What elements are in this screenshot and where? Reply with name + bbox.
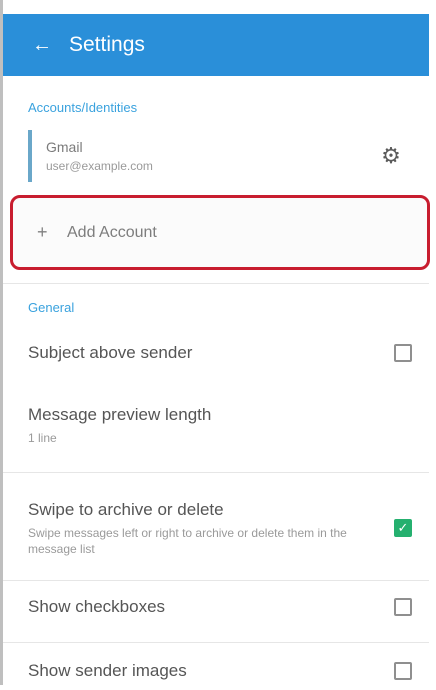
setting-subject-above-sender[interactable]: Subject above sender xyxy=(28,334,420,372)
section-header-accounts: Accounts/Identities xyxy=(28,100,138,115)
app-bar: ← Settings xyxy=(3,14,429,76)
divider xyxy=(3,580,429,581)
divider xyxy=(3,642,429,643)
check-icon: ✓ xyxy=(397,520,409,535)
account-row[interactable]: Gmail user@example.com ⚙ xyxy=(28,124,420,188)
setting-title: Show sender images xyxy=(28,661,187,680)
setting-swipe-archive-delete[interactable]: Swipe to archive or delete Swipe message… xyxy=(28,494,420,562)
section-header-general: General xyxy=(28,300,75,315)
add-account-label: Add Account xyxy=(67,223,157,241)
setting-text: Message preview length 1 line xyxy=(28,405,420,446)
add-account-button[interactable]: + Add Account xyxy=(10,195,430,270)
account-name: Gmail xyxy=(46,139,83,155)
account-color-bar xyxy=(28,130,32,182)
setting-title: Message preview length xyxy=(28,404,212,424)
setting-text: Swipe to archive or delete Swipe message… xyxy=(28,500,394,557)
setting-text: Show sender images xyxy=(28,661,394,681)
setting-text: Subject above sender xyxy=(28,343,394,363)
account-text: Gmail user@example.com xyxy=(46,139,376,173)
setting-subtitle: Swipe messages left or right to archive … xyxy=(28,525,347,556)
back-arrow-icon[interactable]: ← xyxy=(21,24,63,66)
page-title: Settings xyxy=(69,33,145,56)
setting-title: Swipe to archive or delete xyxy=(28,499,224,519)
setting-text: Show checkboxes xyxy=(28,597,394,617)
setting-show-sender-images[interactable]: Show sender images xyxy=(28,652,420,690)
checkbox-show-checkboxes[interactable] xyxy=(394,598,412,616)
setting-title: Show checkboxes xyxy=(28,597,166,616)
gear-icon[interactable]: ⚙ xyxy=(376,141,406,171)
setting-show-checkboxes[interactable]: Show checkboxes xyxy=(28,588,420,626)
account-email: user@example.com xyxy=(46,159,153,173)
setting-subtitle: 1 line xyxy=(28,430,57,445)
divider xyxy=(3,472,429,473)
setting-message-preview-length[interactable]: Message preview length 1 line xyxy=(28,400,420,450)
divider xyxy=(3,283,429,284)
plus-icon: + xyxy=(37,222,48,242)
checkbox-show-sender-images[interactable] xyxy=(394,662,412,680)
setting-title: Subject above sender xyxy=(28,343,193,362)
checkbox-swipe-archive-delete[interactable]: ✓ xyxy=(394,519,412,537)
checkbox-subject-above-sender[interactable] xyxy=(394,344,412,362)
